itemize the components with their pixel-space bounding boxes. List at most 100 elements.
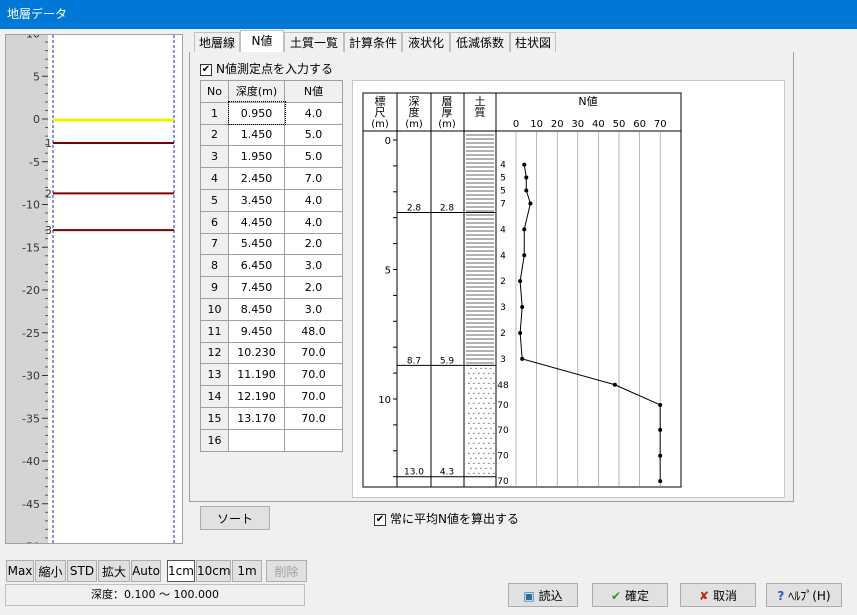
ok-button[interactable]: ✔ 確定 [592, 583, 668, 607]
zoom-button-1[interactable]: 縮小 [35, 560, 66, 582]
depth-cell[interactable]: 12.190 [228, 385, 285, 408]
tab-4[interactable]: 液状化 [402, 32, 450, 52]
table-row[interactable]: 2 1.450 5.0 [200, 123, 343, 147]
depth-cell[interactable]: 4.450 [228, 210, 285, 234]
depth-cell[interactable]: 1.950 [228, 145, 285, 169]
tab-1[interactable]: N値 [240, 30, 284, 52]
table-row[interactable]: 12 10.230 70.0 [200, 341, 343, 365]
nvalue-point [524, 175, 529, 180]
nvalue-cell[interactable]: 2.0 [284, 232, 343, 256]
nvalue-data-label: 4 [500, 225, 506, 235]
table-row[interactable]: 9 7.450 2.0 [200, 276, 343, 299]
n-axis-tick-label: 40 [592, 119, 605, 130]
nvalue-cell[interactable]: 2.0 [284, 276, 343, 299]
depth-cell[interactable]: 7.450 [228, 276, 285, 299]
window-title: 地層データ [0, 0, 857, 29]
load-button[interactable]: ▣ 読込 [508, 583, 578, 607]
layer-number-label: 3 [45, 224, 52, 237]
nvalue-table[interactable]: No 深度(m) N値 1 0.950 4.0 2 1.450 5.0 3 1.950 5.0 4… [200, 80, 343, 452]
nvalue-cell[interactable] [284, 428, 343, 452]
delete-button[interactable]: 削除 [266, 560, 307, 582]
table-row[interactable]: 14 12.190 70.0 [200, 385, 343, 408]
table-row[interactable]: 10 8.450 3.0 [200, 297, 343, 321]
nvalue-cell[interactable]: 70.0 [284, 341, 343, 365]
cancel-button[interactable]: ✘ 取消 [680, 583, 756, 607]
soil-header-char: 質 [475, 105, 486, 119]
sand-dot [490, 377, 492, 379]
sand-dot [485, 377, 487, 379]
depth-cell[interactable]: 3.450 [228, 188, 285, 212]
tab-0[interactable]: 地層線 [194, 32, 240, 52]
depth-cell[interactable]: 10.230 [228, 341, 285, 365]
tab-6[interactable]: 柱状図 [510, 32, 556, 52]
row-no-cell: 15 [200, 406, 229, 430]
zoom-button-4[interactable]: Auto [131, 560, 161, 582]
tab-5[interactable]: 低減係数 [450, 32, 510, 52]
table-row[interactable]: 5 3.450 4.0 [200, 188, 343, 212]
table-row[interactable]: 8 6.450 3.0 [200, 254, 343, 278]
table-row[interactable]: 3 1.950 5.0 [200, 145, 343, 169]
ruler-label: -15 [22, 241, 40, 254]
depth-cell[interactable] [228, 428, 285, 452]
depth-cell[interactable]: 13.170 [228, 406, 285, 430]
ok-label: 確定 [624, 588, 649, 603]
tab-3[interactable]: 計算条件 [344, 32, 402, 52]
sand-dot [468, 442, 470, 444]
table-row[interactable]: 6 4.450 4.0 [200, 210, 343, 234]
depth-scale-label: 10 [378, 395, 391, 406]
depth-cell[interactable]: 2.450 [228, 167, 285, 190]
diagram-frame [362, 92, 682, 488]
scale-button-1[interactable]: 10cm [196, 560, 231, 582]
nvalue-point [658, 479, 663, 484]
sand-dot [483, 382, 485, 384]
nvalue-cell[interactable]: 5.0 [284, 145, 343, 169]
nvalue-point [658, 427, 663, 432]
depth-cell[interactable]: 1.450 [228, 123, 285, 147]
zoom-button-3[interactable]: 拡大 [98, 560, 130, 582]
nvalue-cell[interactable]: 70.0 [284, 385, 343, 408]
table-row[interactable]: 15 13.170 70.0 [200, 406, 343, 430]
sand-dot [480, 397, 482, 399]
nvalue-cell[interactable]: 4.0 [284, 101, 343, 125]
depth-cell[interactable]: 11.190 [228, 363, 285, 387]
table-row[interactable]: 16 [200, 428, 343, 452]
help-button[interactable]: ? ﾍﾙﾌﾟ(H) [766, 583, 842, 607]
nvalue-cell[interactable]: 70.0 [284, 406, 343, 430]
table-row[interactable]: 13 11.190 70.0 [200, 363, 343, 387]
sand-dot [490, 427, 492, 429]
nvalue-cell[interactable]: 48.0 [284, 319, 343, 343]
nvalue-point [522, 227, 527, 232]
depth-cell[interactable]: 8.450 [228, 297, 285, 321]
table-row[interactable]: 11 9.450 48.0 [200, 319, 343, 343]
scale-button-0[interactable]: 1cm [167, 560, 195, 582]
tab-2[interactable]: 土質一覧 [284, 32, 344, 52]
nvalue-cell[interactable]: 3.0 [284, 297, 343, 321]
sand-dot [470, 467, 472, 469]
depth-cell[interactable]: 6.450 [228, 254, 285, 278]
layer-line-view[interactable]: 10 5 0 -5 -10 -15 -20 -25 -30 -35 -40 -45 -50 1 2 3 [5, 34, 183, 544]
depth-cell[interactable]: 5.450 [228, 232, 285, 256]
scale-button-2[interactable]: 1m [232, 560, 262, 582]
table-row[interactable]: 4 2.450 7.0 [200, 167, 343, 190]
sand-dot [488, 382, 490, 384]
sand-dot [473, 412, 475, 414]
measure-checkbox[interactable]: ✔ N値測定点を入力する [200, 60, 333, 77]
layer-thick-label: 2.8 [440, 204, 455, 214]
sort-button[interactable]: ソート [200, 506, 270, 530]
nvalue-cell[interactable]: 70.0 [284, 363, 343, 387]
nvalue-cell[interactable]: 7.0 [284, 167, 343, 190]
zoom-button-2[interactable]: STD [67, 560, 97, 582]
table-row[interactable]: 1 0.950 4.0 [200, 101, 343, 126]
sand-dot [470, 447, 472, 449]
col-header-nvalue: N値 [284, 80, 343, 103]
nvalue-cell[interactable]: 3.0 [284, 254, 343, 278]
zoom-button-0[interactable]: Max [6, 560, 34, 582]
avg-checkbox[interactable]: ✔ 常に平均N値を算出する [374, 510, 519, 527]
nvalue-cell[interactable]: 5.0 [284, 123, 343, 147]
nvalue-cell[interactable]: 4.0 [284, 210, 343, 234]
table-row[interactable]: 7 5.450 2.0 [200, 232, 343, 256]
nvalue-cell[interactable]: 4.0 [284, 188, 343, 212]
depth-cell[interactable]: 9.450 [228, 319, 285, 343]
depth-cell[interactable]: 0.950 [227, 101, 286, 126]
sand-dot [480, 417, 482, 419]
